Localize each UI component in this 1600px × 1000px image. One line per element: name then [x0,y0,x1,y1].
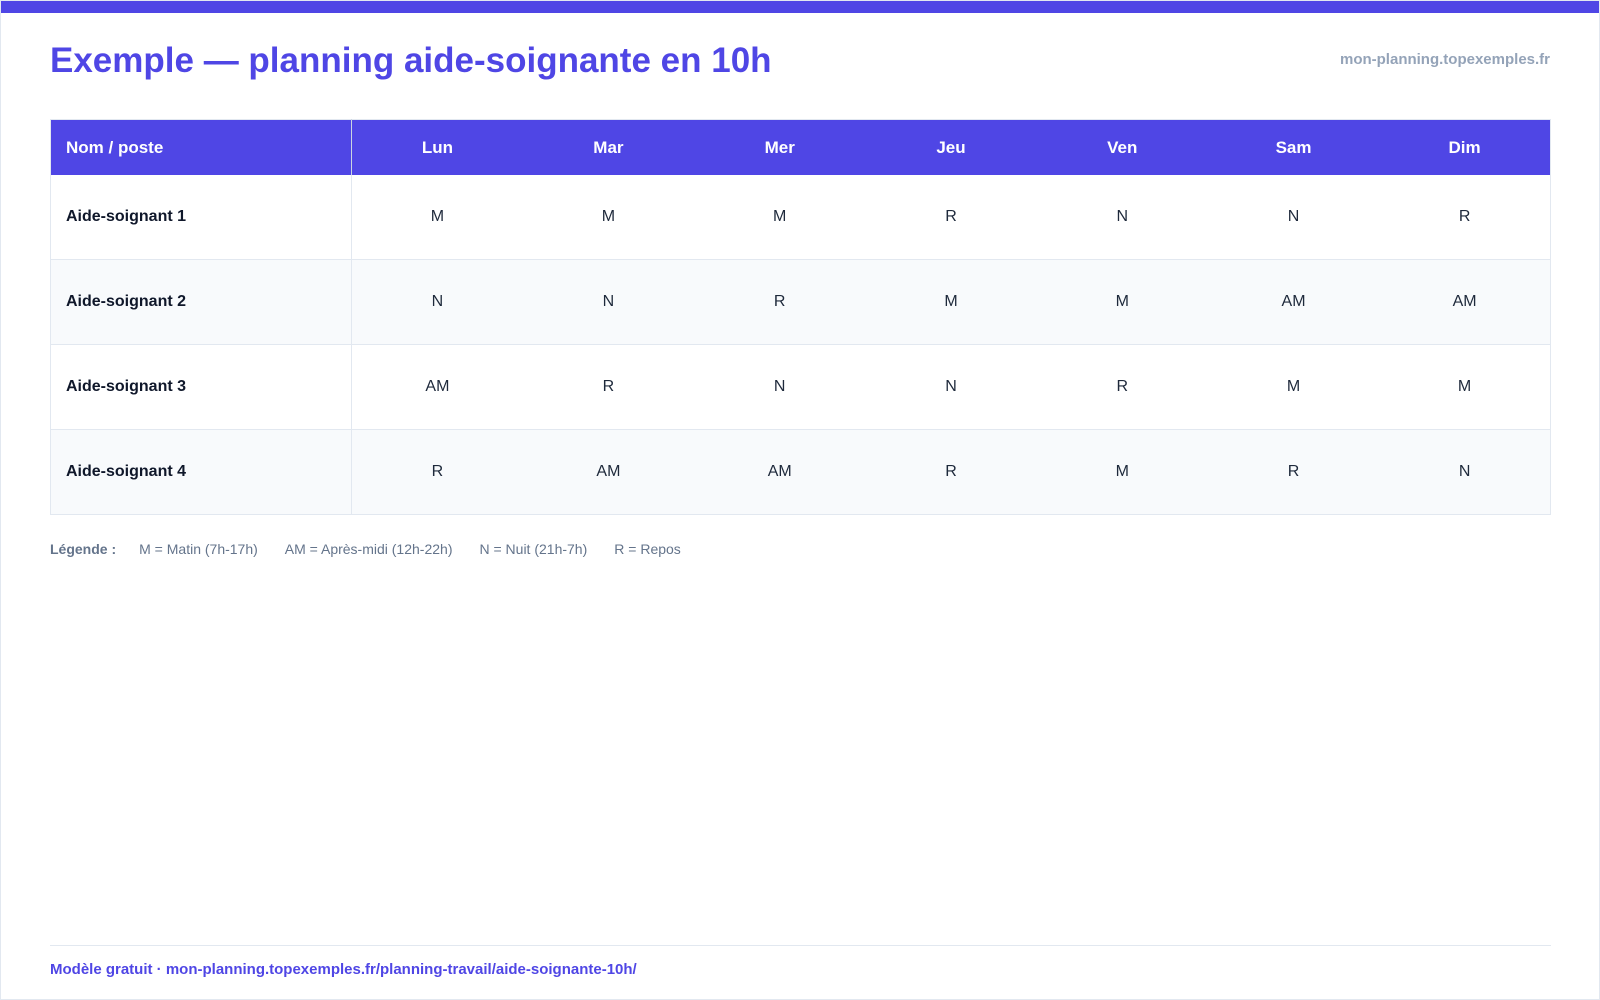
shift-cell: AM [1379,259,1551,345]
shift-cell: M [1379,344,1551,430]
shift-cell: N [522,259,695,345]
shift-cell: R [865,429,1037,515]
shift-cell: M [1036,429,1208,515]
shift-cell: M [1207,344,1380,430]
shift-cell: M [1036,259,1208,345]
shift-cell: M [865,259,1037,345]
table-row: Aide-soignant 2 N N R M M AM AM [50,259,1551,345]
shift-cell: R [351,429,523,515]
shift-cell: R [1379,175,1551,260]
day-header-ven: Ven [1036,119,1208,175]
footer-link[interactable]: Modèle gratuit · mon-planning.topexemple… [50,961,637,978]
legend-item-apres-midi: AM = Après-midi (12h-22h) [284,541,453,557]
day-header-mer: Mer [694,119,866,175]
shift-cell: M [351,175,523,260]
shift-cell: R [1207,429,1380,515]
shift-cell: N [351,259,523,345]
shift-cell: AM [351,344,523,430]
schedule-header-row: Nom / poste Lun Mar Mer Jeu Ven Sam Dim [50,119,1551,175]
day-header-lun: Lun [351,119,523,175]
footer-divider [50,945,1551,946]
shift-cell: AM [694,429,866,515]
shift-cell: R [694,259,866,345]
shift-cell: N [865,344,1037,430]
table-row: Aide-soignant 1 M M M R N N R [50,175,1551,260]
shift-cell: N [1207,175,1380,260]
day-header-jeu: Jeu [865,119,1037,175]
shift-cell: N [1036,175,1208,260]
name-column-header: Nom / poste [50,119,352,175]
staff-name: Aide-soignant 1 [50,175,352,260]
legend: Légende : M = Matin (7h-17h) AM = Après-… [50,541,681,557]
page-title: Exemple — planning aide-soignante en 10h [50,41,772,80]
planning-page: Exemple — planning aide-soignante en 10h… [0,0,1600,1000]
table-row: Aide-soignant 4 R AM AM R M R N [50,429,1551,515]
schedule-table: Nom / poste Lun Mar Mer Jeu Ven Sam Dim … [50,119,1551,515]
shift-cell: M [694,175,866,260]
top-accent-bar [1,1,1599,13]
table-row: Aide-soignant 3 AM R N N R M M [50,344,1551,430]
staff-name: Aide-soignant 3 [50,344,352,430]
legend-item-nuit: N = Nuit (21h-7h) [479,541,588,557]
shift-cell: N [1379,429,1551,515]
shift-cell: AM [1207,259,1380,345]
shift-cell: M [522,175,695,260]
day-header-mar: Mar [522,119,695,175]
shift-cell: R [1036,344,1208,430]
legend-label: Légende : [50,541,117,557]
day-header-dim: Dim [1379,119,1551,175]
legend-item-matin: M = Matin (7h-17h) [139,541,258,557]
day-header-sam: Sam [1207,119,1380,175]
site-url: mon-planning.topexemples.fr [1339,51,1550,68]
shift-cell: AM [522,429,695,515]
legend-item-repos: R = Repos [614,541,681,557]
shift-cell: R [865,175,1037,260]
shift-cell: R [522,344,695,430]
staff-name: Aide-soignant 4 [50,429,352,515]
staff-name: Aide-soignant 2 [50,259,352,345]
shift-cell: N [694,344,866,430]
